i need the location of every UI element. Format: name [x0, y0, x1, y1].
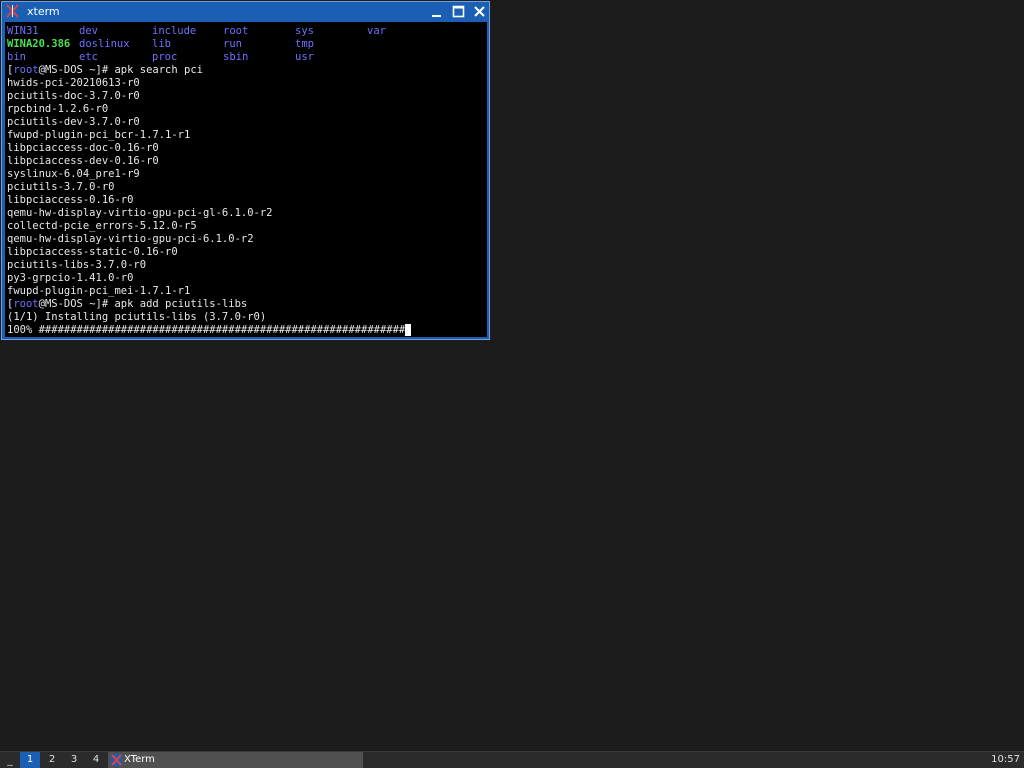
search-result-line: libpciaccess-0.16-r0 [7, 194, 134, 206]
search-result-line: qemu-hw-display-virtio-gpu-pci-6.1.0-r2 [7, 233, 254, 245]
ls-entry: lib [152, 38, 171, 50]
prompt-host: @MS-DOS ~]# [38, 64, 115, 76]
ls-entry: usr [295, 51, 314, 63]
ls-entry: run [223, 38, 242, 50]
ls-entry: WINA20.386 [7, 38, 71, 50]
window-title: xterm [27, 5, 60, 18]
window-titlebar[interactable]: xterm [2, 2, 489, 21]
ls-entry: root [223, 25, 249, 37]
search-result-line: hwids-pci-20210613-r0 [7, 77, 140, 89]
search-result-line: fwupd-plugin-pci_bcr-1.7.1-r1 [7, 129, 191, 141]
xterm-icon [6, 4, 19, 18]
ls-entry: WIN31 [7, 25, 39, 37]
prompt-command: apk add pciutils-libs [114, 298, 248, 310]
prompt-command: apk search pci [114, 64, 203, 76]
ls-entry: bin [7, 51, 26, 63]
prompt-user: root [13, 298, 39, 310]
progress-text: 100% ###################################… [7, 324, 406, 336]
workspace-4[interactable]: 4 [86, 752, 106, 768]
search-result-line: fwupd-plugin-pci_mei-1.7.1-r1 [7, 285, 191, 297]
task-label: XTerm [124, 754, 155, 765]
ls-entry: doslinux [79, 38, 130, 50]
ls-entry: sys [295, 25, 314, 37]
taskbar: _ 1 2 3 4 XTerm 10:57 [0, 751, 1024, 768]
ls-entry: etc [79, 51, 98, 63]
workspace-1[interactable]: 1 [20, 752, 40, 768]
maximize-icon[interactable] [451, 4, 466, 19]
minimize-icon[interactable] [429, 4, 444, 19]
search-result-line: collectd-pcie_errors-5.12.0-r5 [7, 220, 197, 232]
search-result-line: libpciaccess-dev-0.16-r0 [7, 155, 159, 167]
xterm-window[interactable]: xterm WIN31 WINA20.386 bin dev doslinux … [1, 1, 490, 340]
prompt-line: [root@MS-DOS ~]# apk search pci [7, 64, 203, 77]
prompt-host: @MS-DOS ~]# [38, 298, 115, 310]
ls-entry: sbin [223, 51, 249, 63]
ls-entry: tmp [295, 38, 314, 50]
text-cursor [405, 324, 412, 336]
workspace-2[interactable]: 2 [42, 752, 62, 768]
search-result-line: libpciaccess-doc-0.16-r0 [7, 142, 159, 154]
close-icon[interactable] [472, 4, 487, 19]
ls-entry: include [152, 25, 197, 37]
desktop: xterm WIN31 WINA20.386 bin dev doslinux … [0, 0, 1024, 768]
prompt-line: [root@MS-DOS ~]# apk add pciutils-libs [7, 298, 247, 311]
taskbar-xterm-button[interactable]: XTerm [108, 752, 363, 768]
search-result-line: qemu-hw-display-virtio-gpu-pci-gl-6.1.0-… [7, 207, 273, 219]
progress-line: 100% ###################################… [7, 324, 412, 337]
ls-entry: var [367, 25, 386, 37]
xterm-icon [111, 754, 122, 766]
install-line: (1/1) Installing pciutils-libs (3.7.0-r0… [7, 311, 267, 323]
search-result-line: pciutils-3.7.0-r0 [7, 181, 115, 193]
terminal-area[interactable]: WIN31 WINA20.386 bin dev doslinux etc in… [5, 22, 487, 337]
search-result-line: pciutils-libs-3.7.0-r0 [7, 259, 147, 271]
clock: 10:57 [991, 754, 1020, 765]
search-result-line: rpcbind-1.2.6-r0 [7, 103, 109, 115]
prompt-user: root [13, 64, 39, 76]
search-result-line: libpciaccess-static-0.16-r0 [7, 246, 178, 258]
search-result-line: syslinux-6.04_pre1-r9 [7, 168, 140, 180]
search-result-line: py3-grpcio-1.41.0-r0 [7, 272, 134, 284]
ls-entry: dev [79, 25, 98, 37]
search-result-line: pciutils-doc-3.7.0-r0 [7, 90, 140, 102]
workspace-3[interactable]: 3 [64, 752, 84, 768]
ls-entry: proc [152, 51, 178, 63]
search-result-line: pciutils-dev-3.7.0-r0 [7, 116, 140, 128]
show-desktop-button[interactable]: _ [0, 752, 20, 768]
